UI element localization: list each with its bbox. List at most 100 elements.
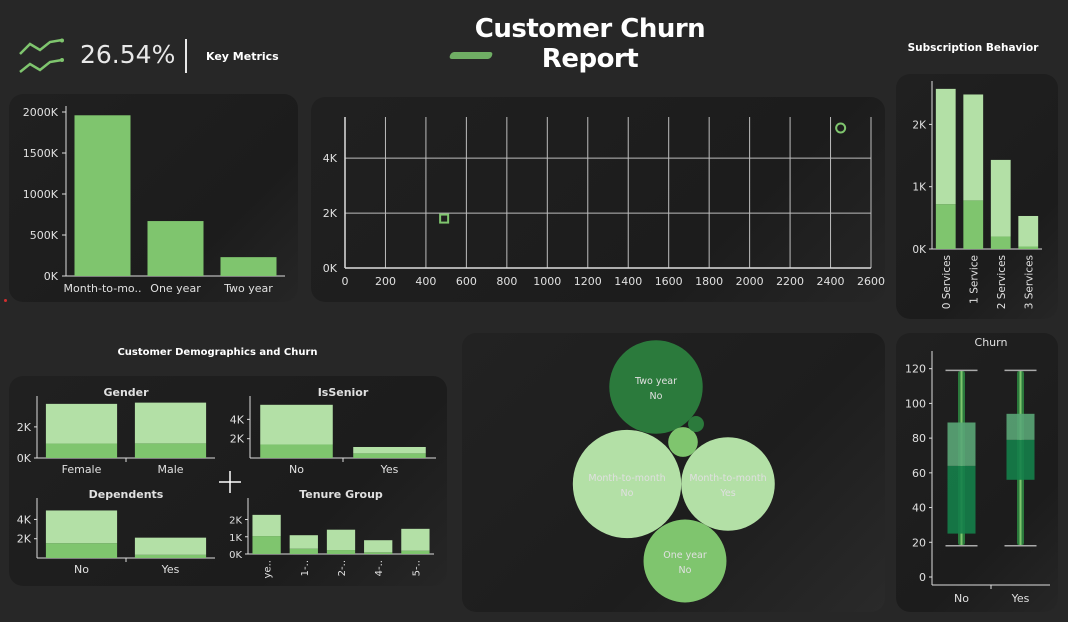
y-tick-label: 0K: [44, 270, 59, 283]
x-tick-label: One year: [150, 282, 201, 295]
x-tick-label: 600: [456, 275, 477, 288]
box-upper: [947, 422, 976, 466]
y-tick-label: 100: [905, 397, 926, 410]
y-tick-label: 1000K: [23, 188, 59, 201]
bar-segment: [252, 536, 281, 554]
x-tick-label: 1000: [533, 275, 561, 288]
kpi-divider: [185, 39, 187, 73]
chart-title: Dependents: [89, 488, 164, 501]
x-tick-label: Yes: [1011, 592, 1030, 605]
bubble-sublabel: No: [621, 488, 634, 499]
senior-chart: 2K 4K IsSenior No Yes: [230, 386, 436, 476]
chart-title: Tenure Group: [299, 488, 383, 501]
bar-segment: [935, 88, 956, 205]
x-tick-label: 2600: [857, 275, 885, 288]
x-tick-label: 0 Services: [941, 255, 953, 309]
y-tick-label: 0: [919, 571, 926, 584]
bar-segment: [990, 159, 1011, 237]
bar-segment: [326, 529, 356, 551]
bubble: [688, 416, 704, 432]
bar-segment: [134, 554, 207, 558]
bubble-sublabel: Yes: [719, 488, 735, 499]
point-circle: [835, 122, 847, 134]
tenure-chart: 0K 1K 2K Tenure Group 0-1 ye.. 1-.. 2-.. 4-.. 5-…: [229, 488, 434, 582]
bar-segment: [401, 550, 430, 554]
crosshair-icon: [219, 471, 241, 493]
chart-title: Churn: [975, 336, 1008, 349]
x-tick-label: No: [954, 592, 969, 605]
bar-segment: [990, 236, 1011, 249]
bar-segment: [289, 548, 318, 554]
y-tick-label: 2K: [17, 533, 32, 546]
x-tick-label: 2000: [736, 275, 764, 288]
bar-segment: [401, 528, 430, 551]
x-tick-label: 200: [375, 275, 396, 288]
bar-segment: [260, 444, 333, 458]
x-tick-label: 1200: [574, 275, 602, 288]
churn-chart: Churn 0 20 40 60 80 100 120 No Yes: [905, 336, 1050, 605]
x-tick-label: Month-to-mo..: [64, 282, 142, 295]
subscription-chart: 0K 1K 2K 0 Services 1 Service 2 Services 3 Ser…: [912, 81, 1042, 309]
y-tick-label: 1K: [912, 182, 927, 194]
bubble-label: Two year: [634, 376, 677, 387]
y-tick-label: 4K: [323, 152, 338, 165]
x-tick-label: 3 Services: [1023, 255, 1035, 309]
x-tick-label: 400: [415, 275, 436, 288]
bar-segment: [1018, 215, 1039, 247]
bar-segment: [289, 535, 318, 549]
bubble-label: One year: [663, 550, 707, 561]
x-tick-label: 1 Service: [968, 255, 980, 304]
kpi-value: 26.54%: [80, 40, 176, 69]
bubble-label: Month-to-month: [588, 473, 665, 484]
y-tick-label: 0K: [912, 244, 927, 256]
y-tick-label: 2000K: [23, 106, 59, 119]
bar: [220, 257, 277, 276]
x-tick-label: 2200: [776, 275, 804, 288]
bubble: [609, 340, 703, 434]
x-tick-label: 800: [496, 275, 517, 288]
bar-segment: [45, 403, 118, 444]
bar: [74, 115, 131, 276]
x-tick-label: 2-..: [337, 560, 348, 576]
point-square: [439, 213, 450, 224]
box-lower: [1006, 439, 1035, 480]
bubble-label: Month-to-month: [689, 473, 766, 484]
title-underline: [448, 52, 494, 59]
bar: [147, 221, 204, 276]
bubble: [643, 519, 727, 603]
y-tick-label: 500K: [30, 229, 59, 242]
bubble: [681, 437, 775, 531]
red-dot: [4, 299, 7, 302]
kpi-icon: [18, 38, 66, 78]
y-tick-label: 4K: [230, 413, 245, 426]
bar-segment: [45, 443, 118, 458]
y-tick-label: 0K: [17, 452, 32, 465]
bar-segment: [364, 540, 393, 553]
y-tick-label: 2K: [912, 119, 927, 131]
bubble-sublabel: No: [650, 391, 663, 402]
x-tick-label: 5-..: [411, 560, 422, 576]
x-tick-label: No: [289, 463, 304, 476]
contract-chart: 0K 500K 1000K 1500K 2000K Month-to-mo.. One ye…: [23, 106, 285, 295]
x-tick-label: Yes: [380, 463, 399, 476]
x-tick-label: 2400: [817, 275, 845, 288]
bar-segment: [260, 404, 333, 445]
bar-segment: [134, 402, 207, 444]
y-tick-label: 4K: [17, 513, 32, 526]
y-tick-label: 80: [912, 432, 926, 445]
x-tick-label: 4-..: [374, 560, 385, 576]
x-tick-label: 0: [342, 275, 349, 288]
y-tick-label: 2K: [323, 207, 338, 220]
box-lower: [947, 465, 976, 534]
x-tick-label: Female: [62, 463, 102, 476]
y-tick-label: 0K: [323, 262, 338, 275]
scatter-chart: 0 200 400 600 800 1000 1200 1400 1600 1800 2000 220…: [323, 117, 885, 288]
bubble-sublabel: No: [679, 565, 692, 576]
gender-chart: 0K 2K Gender Female Male: [17, 386, 215, 476]
box-upper: [1006, 413, 1035, 440]
bubble-chart: Two year No Month-to-month No Month-to-month…: [572, 340, 775, 603]
y-tick-label: 60: [912, 467, 926, 480]
y-tick-label: 120: [905, 363, 926, 376]
bar-segment: [252, 514, 281, 537]
bar-segment: [326, 550, 356, 554]
